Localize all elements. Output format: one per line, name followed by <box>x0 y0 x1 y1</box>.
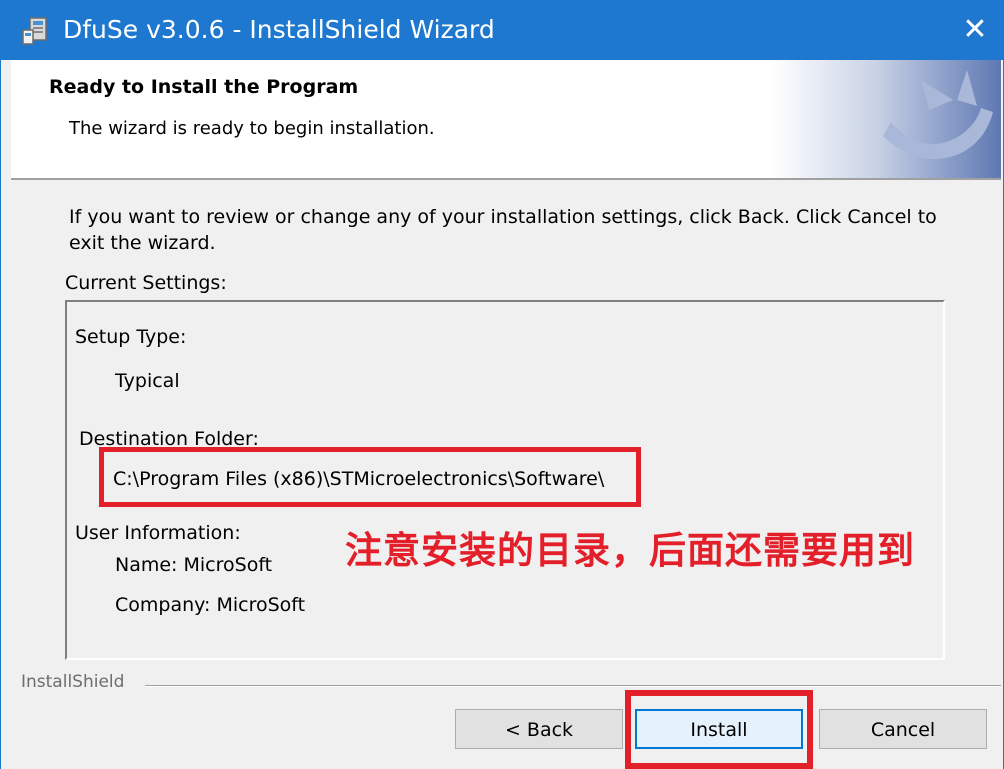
title-bar[interactable]: DfuSe v3.0.6 - InstallShield Wizard ✕ <box>1 0 1004 60</box>
page-title: Ready to Install the Program <box>49 76 359 98</box>
current-settings-label: Current Settings: <box>65 272 227 294</box>
instructions-text: If you want to review or change any of y… <box>69 206 937 254</box>
setup-type-label: Setup Type: <box>75 326 187 348</box>
close-button[interactable]: ✕ <box>945 0 1004 60</box>
page-subtitle: The wizard is ready to begin installatio… <box>69 118 435 139</box>
installer-window: DfuSe v3.0.6 - InstallShield Wizard ✕ Re… <box>0 0 1004 769</box>
destination-highlight-box <box>99 447 641 507</box>
installshield-swirl-icon <box>771 60 1001 178</box>
setup-type-value: Typical <box>115 370 180 392</box>
header-panel: Ready to Install the Program The wizard … <box>11 60 1001 180</box>
installer-icon <box>22 17 47 45</box>
user-name-line: Name: MicroSoft <box>115 554 273 576</box>
installshield-brand-label: InstallShield <box>21 672 125 692</box>
footer-divider <box>145 685 1001 687</box>
cancel-button[interactable]: Cancel <box>819 709 987 749</box>
annotation-text: 注意安装的目录，后面还需要用到 <box>345 529 915 572</box>
install-highlight-box <box>625 690 813 769</box>
close-icon: ✕ <box>962 12 988 47</box>
user-information-label: User Information: <box>75 522 241 544</box>
back-button[interactable]: < Back <box>455 709 623 749</box>
installshield-footer: InstallShield <box>21 672 1001 702</box>
company-line: Company: MicroSoft <box>115 594 306 616</box>
window-title: DfuSe v3.0.6 - InstallShield Wizard <box>63 15 495 44</box>
